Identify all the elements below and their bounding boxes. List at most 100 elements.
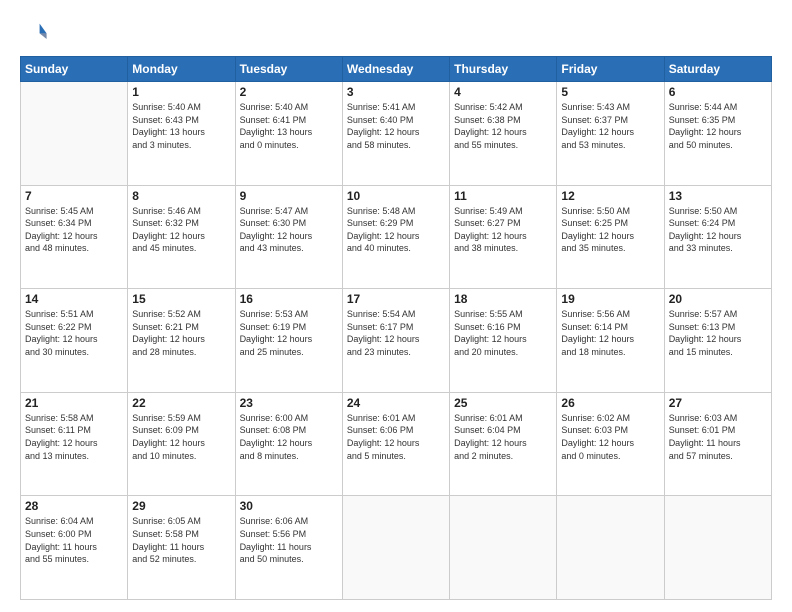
day-info: Sunrise: 5:51 AM Sunset: 6:22 PM Dayligh… — [25, 308, 123, 358]
day-number: 21 — [25, 396, 123, 410]
day-cell — [450, 496, 557, 600]
day-number: 29 — [132, 499, 230, 513]
day-number: 8 — [132, 189, 230, 203]
logo — [20, 18, 52, 46]
weekday-header-wednesday: Wednesday — [342, 57, 449, 82]
day-cell: 8 Sunrise: 5:46 AM Sunset: 6:32 PM Daylig… — [128, 185, 235, 289]
day-number: 25 — [454, 396, 552, 410]
day-number: 3 — [347, 85, 445, 99]
day-info: Sunrise: 5:58 AM Sunset: 6:11 PM Dayligh… — [25, 412, 123, 462]
day-cell: 1 Sunrise: 5:40 AM Sunset: 6:43 PM Daylig… — [128, 82, 235, 186]
weekday-header-row: SundayMondayTuesdayWednesdayThursdayFrid… — [21, 57, 772, 82]
day-info: Sunrise: 5:44 AM Sunset: 6:35 PM Dayligh… — [669, 101, 767, 151]
day-cell: 30 Sunrise: 6:06 AM Sunset: 5:56 PM Dayli… — [235, 496, 342, 600]
day-info: Sunrise: 6:01 AM Sunset: 6:06 PM Dayligh… — [347, 412, 445, 462]
day-info: Sunrise: 5:52 AM Sunset: 6:21 PM Dayligh… — [132, 308, 230, 358]
day-cell: 17 Sunrise: 5:54 AM Sunset: 6:17 PM Dayli… — [342, 289, 449, 393]
day-number: 19 — [561, 292, 659, 306]
day-info: Sunrise: 5:45 AM Sunset: 6:34 PM Dayligh… — [25, 205, 123, 255]
week-row-3: 21 Sunrise: 5:58 AM Sunset: 6:11 PM Dayli… — [21, 392, 772, 496]
day-cell: 3 Sunrise: 5:41 AM Sunset: 6:40 PM Daylig… — [342, 82, 449, 186]
day-info: Sunrise: 5:42 AM Sunset: 6:38 PM Dayligh… — [454, 101, 552, 151]
day-info: Sunrise: 5:48 AM Sunset: 6:29 PM Dayligh… — [347, 205, 445, 255]
day-number: 1 — [132, 85, 230, 99]
day-info: Sunrise: 5:50 AM Sunset: 6:24 PM Dayligh… — [669, 205, 767, 255]
weekday-header-monday: Monday — [128, 57, 235, 82]
logo-icon — [20, 18, 48, 46]
day-info: Sunrise: 6:06 AM Sunset: 5:56 PM Dayligh… — [240, 515, 338, 565]
week-row-2: 14Sunrise: 5:51 AM Sunset: 6:22 PM Dayli… — [21, 289, 772, 393]
week-row-0: 1 Sunrise: 5:40 AM Sunset: 6:43 PM Daylig… — [21, 82, 772, 186]
day-number: 4 — [454, 85, 552, 99]
day-cell — [664, 496, 771, 600]
day-number: 23 — [240, 396, 338, 410]
day-cell: 18Sunrise: 5:55 AM Sunset: 6:16 PM Dayli… — [450, 289, 557, 393]
day-info: Sunrise: 6:05 AM Sunset: 5:58 PM Dayligh… — [132, 515, 230, 565]
day-number: 7 — [25, 189, 123, 203]
day-cell: 7 Sunrise: 5:45 AM Sunset: 6:34 PM Daylig… — [21, 185, 128, 289]
day-info: Sunrise: 5:49 AM Sunset: 6:27 PM Dayligh… — [454, 205, 552, 255]
day-cell: 12 Sunrise: 5:50 AM Sunset: 6:25 PM Dayli… — [557, 185, 664, 289]
day-cell: 6 Sunrise: 5:44 AM Sunset: 6:35 PM Daylig… — [664, 82, 771, 186]
day-number: 30 — [240, 499, 338, 513]
day-cell: 20Sunrise: 5:57 AM Sunset: 6:13 PM Dayli… — [664, 289, 771, 393]
day-cell: 19 Sunrise: 5:56 AM Sunset: 6:14 PM Dayli… — [557, 289, 664, 393]
day-cell: 25 Sunrise: 6:01 AM Sunset: 6:04 PM Dayli… — [450, 392, 557, 496]
weekday-header-saturday: Saturday — [664, 57, 771, 82]
day-cell: 27 Sunrise: 6:03 AM Sunset: 6:01 PM Dayli… — [664, 392, 771, 496]
day-cell: 4 Sunrise: 5:42 AM Sunset: 6:38 PM Daylig… — [450, 82, 557, 186]
day-number: 13 — [669, 189, 767, 203]
day-cell: 21 Sunrise: 5:58 AM Sunset: 6:11 PM Dayli… — [21, 392, 128, 496]
day-cell: 11 Sunrise: 5:49 AM Sunset: 6:27 PM Dayli… — [450, 185, 557, 289]
day-number: 27 — [669, 396, 767, 410]
day-info: Sunrise: 5:43 AM Sunset: 6:37 PM Dayligh… — [561, 101, 659, 151]
day-info: Sunrise: 6:03 AM Sunset: 6:01 PM Dayligh… — [669, 412, 767, 462]
day-number: 24 — [347, 396, 445, 410]
calendar-table: SundayMondayTuesdayWednesdayThursdayFrid… — [20, 56, 772, 600]
day-number: 11 — [454, 189, 552, 203]
day-info: Sunrise: 6:02 AM Sunset: 6:03 PM Dayligh… — [561, 412, 659, 462]
day-info: Sunrise: 5:55 AM Sunset: 6:16 PM Dayligh… — [454, 308, 552, 358]
day-cell: 10 Sunrise: 5:48 AM Sunset: 6:29 PM Dayli… — [342, 185, 449, 289]
day-number: 15 — [132, 292, 230, 306]
day-number: 17 — [347, 292, 445, 306]
day-info: Sunrise: 5:54 AM Sunset: 6:17 PM Dayligh… — [347, 308, 445, 358]
day-cell: 23 Sunrise: 6:00 AM Sunset: 6:08 PM Dayli… — [235, 392, 342, 496]
day-number: 16 — [240, 292, 338, 306]
day-cell: 15 Sunrise: 5:52 AM Sunset: 6:21 PM Dayli… — [128, 289, 235, 393]
day-number: 10 — [347, 189, 445, 203]
day-cell: 29 Sunrise: 6:05 AM Sunset: 5:58 PM Dayli… — [128, 496, 235, 600]
day-info: Sunrise: 5:53 AM Sunset: 6:19 PM Dayligh… — [240, 308, 338, 358]
day-number: 5 — [561, 85, 659, 99]
day-cell — [21, 82, 128, 186]
day-info: Sunrise: 5:59 AM Sunset: 6:09 PM Dayligh… — [132, 412, 230, 462]
day-info: Sunrise: 5:50 AM Sunset: 6:25 PM Dayligh… — [561, 205, 659, 255]
day-number: 26 — [561, 396, 659, 410]
weekday-header-tuesday: Tuesday — [235, 57, 342, 82]
day-number: 22 — [132, 396, 230, 410]
day-info: Sunrise: 5:40 AM Sunset: 6:41 PM Dayligh… — [240, 101, 338, 151]
day-number: 6 — [669, 85, 767, 99]
day-info: Sunrise: 6:01 AM Sunset: 6:04 PM Dayligh… — [454, 412, 552, 462]
day-number: 28 — [25, 499, 123, 513]
day-info: Sunrise: 5:41 AM Sunset: 6:40 PM Dayligh… — [347, 101, 445, 151]
day-cell: 13 Sunrise: 5:50 AM Sunset: 6:24 PM Dayli… — [664, 185, 771, 289]
week-row-4: 28Sunrise: 6:04 AM Sunset: 6:00 PM Dayli… — [21, 496, 772, 600]
day-info: Sunrise: 5:47 AM Sunset: 6:30 PM Dayligh… — [240, 205, 338, 255]
week-row-1: 7 Sunrise: 5:45 AM Sunset: 6:34 PM Daylig… — [21, 185, 772, 289]
day-cell: 24 Sunrise: 6:01 AM Sunset: 6:06 PM Dayli… — [342, 392, 449, 496]
day-info: Sunrise: 5:56 AM Sunset: 6:14 PM Dayligh… — [561, 308, 659, 358]
day-cell: 16 Sunrise: 5:53 AM Sunset: 6:19 PM Dayli… — [235, 289, 342, 393]
day-cell: 2Sunrise: 5:40 AM Sunset: 6:41 PM Daylig… — [235, 82, 342, 186]
day-info: Sunrise: 5:46 AM Sunset: 6:32 PM Dayligh… — [132, 205, 230, 255]
header — [20, 18, 772, 46]
day-number: 12 — [561, 189, 659, 203]
day-cell: 5 Sunrise: 5:43 AM Sunset: 6:37 PM Daylig… — [557, 82, 664, 186]
day-info: Sunrise: 6:00 AM Sunset: 6:08 PM Dayligh… — [240, 412, 338, 462]
day-cell: 26 Sunrise: 6:02 AM Sunset: 6:03 PM Dayli… — [557, 392, 664, 496]
day-number: 9 — [240, 189, 338, 203]
day-info: Sunrise: 5:40 AM Sunset: 6:43 PM Dayligh… — [132, 101, 230, 151]
day-cell — [557, 496, 664, 600]
day-cell: 28Sunrise: 6:04 AM Sunset: 6:00 PM Dayli… — [21, 496, 128, 600]
page: SundayMondayTuesdayWednesdayThursdayFrid… — [0, 0, 792, 612]
